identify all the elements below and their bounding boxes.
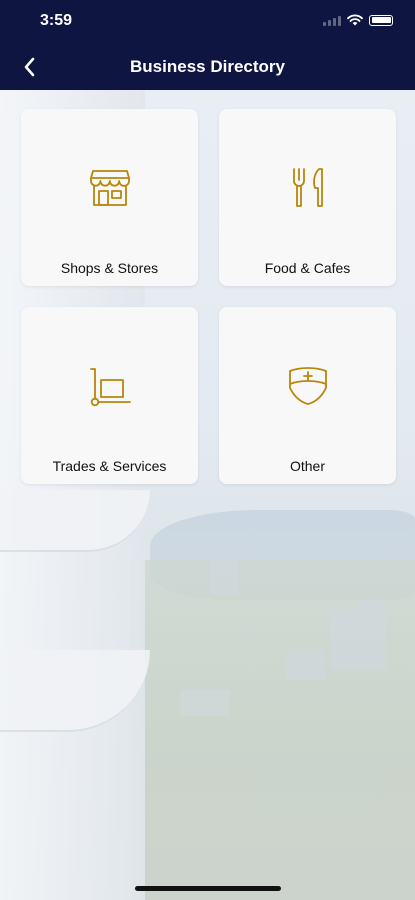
navigation-bar: Business Directory: [0, 44, 415, 90]
status-time: 3:59: [40, 12, 73, 29]
category-label: Trades & Services: [52, 458, 167, 474]
status-bar: 3:59: [0, 0, 415, 44]
page-title: Business Directory: [130, 57, 285, 76]
cellular-signal-icon: [323, 15, 341, 26]
category-tile-other[interactable]: Other: [219, 307, 396, 484]
battery-icon: [369, 14, 393, 26]
storefront-icon: [89, 170, 130, 206]
nurse-cap-icon: [288, 367, 327, 405]
home-indicator: [135, 886, 281, 891]
category-label: Food & Cafes: [264, 260, 351, 276]
category-label: Shops & Stores: [60, 260, 159, 276]
category-tile-food[interactable]: Food & Cafes: [219, 109, 396, 286]
fork-knife-icon: [292, 168, 323, 207]
category-grid: Shops & Stores Food & Cafes Trades & Ser…: [21, 109, 396, 485]
category-label: Other: [289, 458, 325, 474]
hand-truck-icon: [89, 368, 131, 407]
category-tile-shops[interactable]: Shops & Stores: [21, 109, 198, 286]
wifi-icon: [347, 14, 363, 26]
category-tile-trades[interactable]: Trades & Services: [21, 307, 198, 484]
